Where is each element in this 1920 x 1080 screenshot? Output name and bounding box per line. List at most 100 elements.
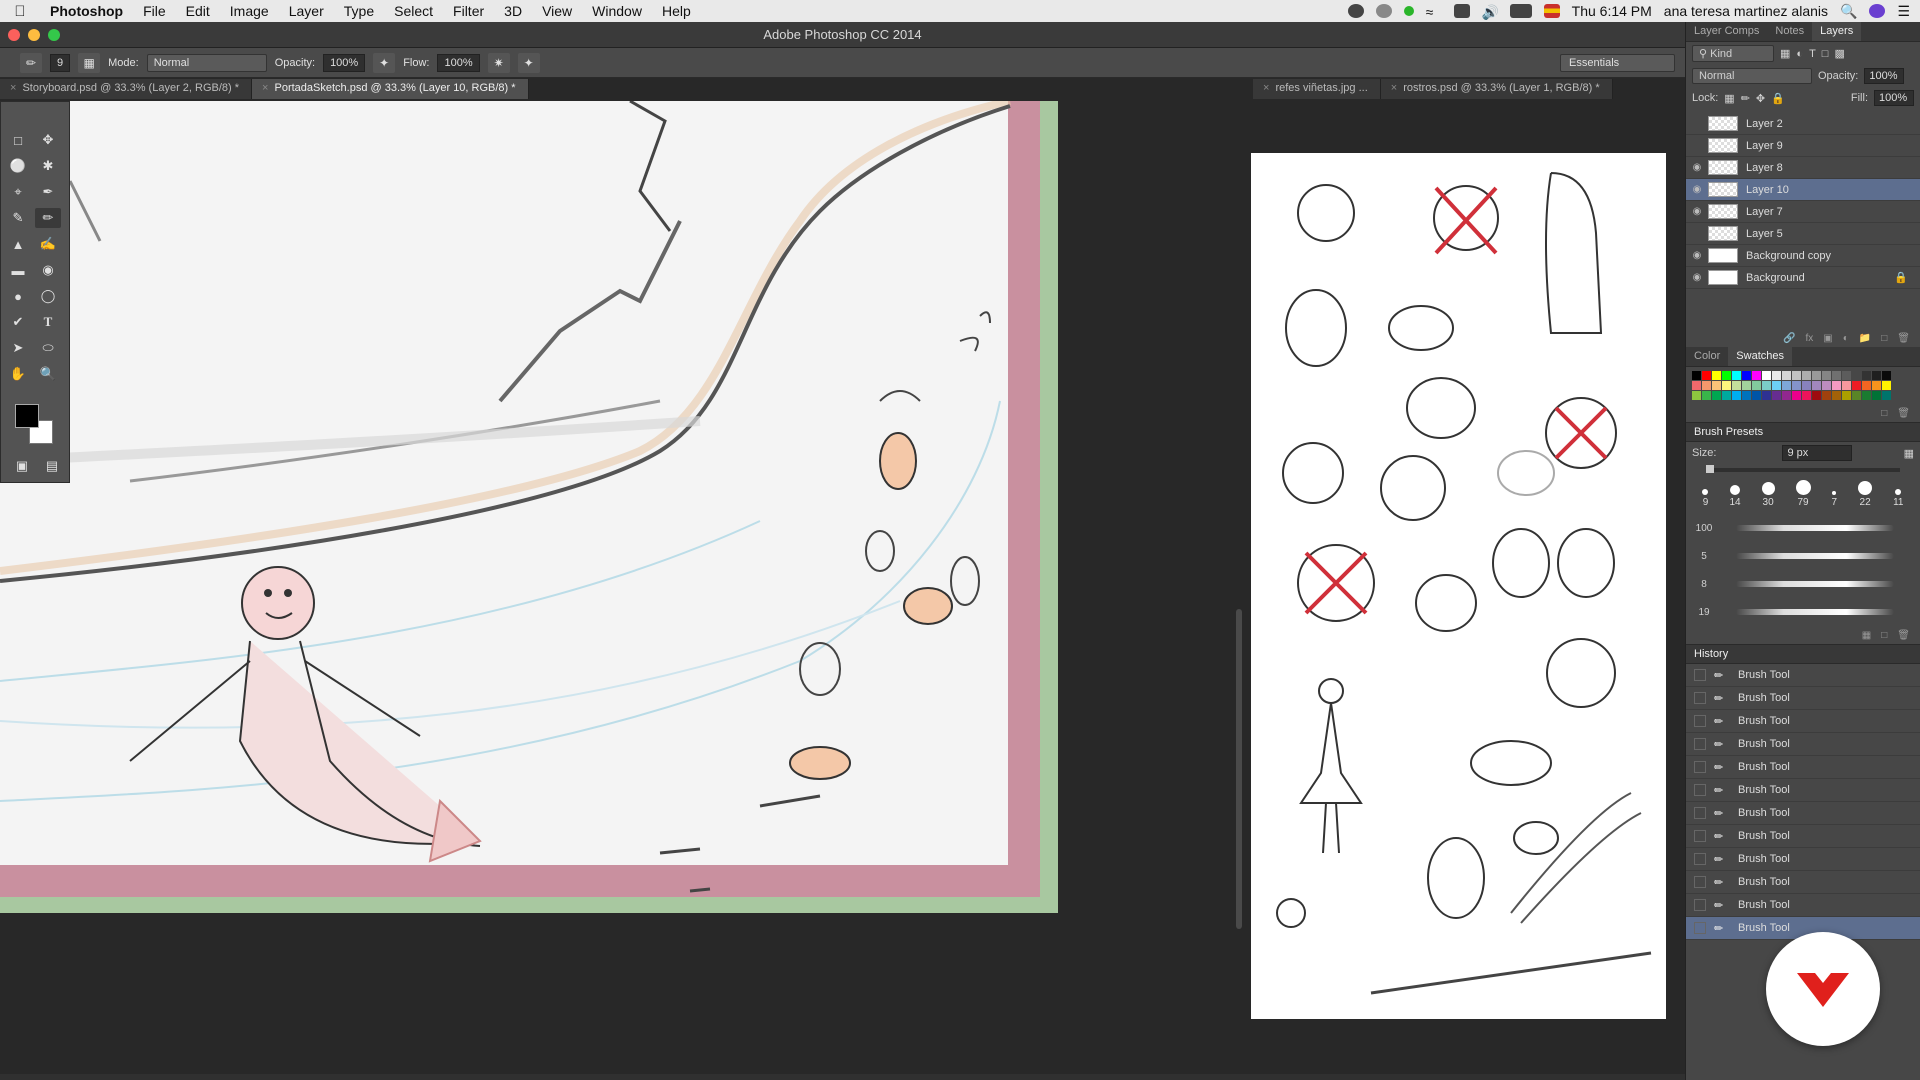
workspace-select[interactable]: Essentials [1560, 53, 1675, 72]
menu-edit[interactable]: Edit [176, 3, 220, 19]
color-swatch[interactable] [1862, 371, 1871, 380]
color-swatch[interactable] [1742, 391, 1751, 400]
history-item[interactable]: ✏ Brush Tool [1686, 687, 1920, 710]
magic-wand-tool-icon[interactable]: ✱ [35, 156, 61, 176]
visibility-eye-icon[interactable]: ◉ [1686, 162, 1708, 173]
kind-filter-select[interactable]: ⚲ Kind [1692, 45, 1774, 62]
color-swatch[interactable] [1842, 391, 1851, 400]
tab-layers[interactable]: Layers [1812, 22, 1862, 41]
color-swatch[interactable] [1802, 381, 1811, 390]
history-item[interactable]: ✏ Brush Tool [1686, 733, 1920, 756]
dodge-tool-icon[interactable]: ◯ [35, 286, 61, 306]
user-name[interactable]: ana teresa martinez alanis [1664, 3, 1828, 19]
layer-row[interactable]: Layer 2 [1686, 113, 1920, 135]
lock-all-icon[interactable]: 🔒 [1771, 92, 1785, 105]
brush-tip[interactable]: 30 [1761, 482, 1775, 508]
color-swatch[interactable] [1732, 371, 1741, 380]
color-swatch[interactable] [1832, 391, 1841, 400]
lasso-tool-icon[interactable]: ⚪ [5, 156, 31, 176]
color-swatch[interactable] [1692, 381, 1701, 390]
ellipse-tool-icon[interactable]: ⬭ [35, 338, 61, 358]
brush-tool-preset-icon[interactable]: ✏ [20, 52, 42, 73]
cloud-icon[interactable] [1375, 4, 1392, 18]
history-item[interactable]: ✏ Brush Tool [1686, 710, 1920, 733]
filter-adjustment-icon[interactable]: ◐ [1796, 48, 1803, 60]
color-swatch[interactable] [1842, 371, 1851, 380]
status-dot-icon[interactable] [1403, 6, 1414, 16]
color-swatch[interactable] [1802, 371, 1811, 380]
history-item[interactable]: ✏ Brush Tool [1686, 871, 1920, 894]
menu-file[interactable]: File [133, 3, 176, 19]
path-selection-tool-icon[interactable]: ➤ [5, 338, 31, 358]
brush-stroke-preset[interactable]: 19 [1686, 598, 1920, 626]
layer-row[interactable]: ◉ Layer 8 [1686, 157, 1920, 179]
color-swatch[interactable] [1732, 381, 1741, 390]
new-layer-icon[interactable]: □ [1881, 333, 1887, 344]
color-swatch[interactable] [1832, 371, 1841, 380]
color-swatch[interactable] [1742, 381, 1751, 390]
color-swatch[interactable] [1782, 371, 1791, 380]
paint-bucket-tool-icon[interactable]: ◉ [35, 260, 61, 280]
pressure-opacity-icon[interactable]: ✦ [373, 52, 396, 73]
color-swatch[interactable] [1882, 371, 1891, 380]
marquee-tool-icon[interactable]: □ [5, 130, 31, 150]
filter-shape-icon[interactable]: □ [1822, 48, 1829, 60]
color-swatch[interactable] [1772, 371, 1781, 380]
brush-tip[interactable]: 14 [1729, 485, 1741, 508]
close-tab-icon[interactable]: × [1263, 82, 1269, 94]
color-swatch[interactable] [1742, 371, 1751, 380]
layer-row[interactable]: ◉ Background 🔒 [1686, 267, 1920, 289]
menu-image[interactable]: Image [220, 3, 279, 19]
record-icon[interactable] [1347, 4, 1364, 18]
eyedropper-tool-icon[interactable]: ✒ [35, 182, 61, 202]
color-swatch[interactable] [1872, 371, 1881, 380]
airplay-icon[interactable] [1453, 4, 1470, 18]
close-tab-icon[interactable]: × [10, 82, 16, 94]
menu-3d[interactable]: 3D [494, 3, 532, 19]
zoom-tool-icon[interactable]: 🔍 [35, 364, 61, 384]
color-swatch[interactable] [1692, 371, 1701, 380]
color-swatch[interactable] [1772, 381, 1781, 390]
color-swatch[interactable] [1842, 381, 1851, 390]
pressure-size-icon[interactable]: ✦ [517, 52, 540, 73]
delete-brush-icon[interactable]: 🗑 [1897, 630, 1910, 641]
history-checkbox[interactable] [1694, 715, 1706, 727]
clone-stamp-tool-icon[interactable]: ▲ [5, 234, 31, 254]
tab-portada-sketch[interactable]: × PortadaSketch.psd @ 33.3% (Layer 10, RG… [252, 79, 529, 99]
slider-thumb[interactable] [1706, 465, 1714, 473]
color-swatch[interactable] [1812, 381, 1821, 390]
color-swatch[interactable] [1782, 391, 1791, 400]
history-brush-tool-icon[interactable]: ✍ [35, 234, 61, 254]
tab-rostros[interactable]: × rostros.psd @ 33.3% (Layer 1, RGB/8) * [1380, 79, 1613, 99]
history-checkbox[interactable] [1694, 669, 1706, 681]
volume-icon[interactable]: 🔊 [1482, 4, 1499, 20]
color-swatch[interactable] [1752, 371, 1761, 380]
flow-field[interactable]: 100% [437, 53, 480, 72]
apple-icon[interactable]:  [0, 3, 40, 20]
color-swatch[interactable] [1712, 391, 1721, 400]
clock[interactable]: Thu 6:14 PM [1572, 3, 1652, 19]
layer-row[interactable]: ◉ Layer 7 [1686, 201, 1920, 223]
color-swatch[interactable] [1862, 391, 1871, 400]
brush-tip[interactable]: 79 [1795, 480, 1811, 508]
link-layers-icon[interactable]: 🔗 [1783, 333, 1795, 344]
filter-smart-icon[interactable]: ▩ [1834, 47, 1844, 60]
brush-tool-icon[interactable]: ✏ [35, 208, 61, 228]
tab-notes[interactable]: Notes [1767, 22, 1812, 41]
brush-size-picker[interactable]: 9 [50, 53, 71, 72]
history-checkbox[interactable] [1694, 784, 1706, 796]
siri-icon[interactable] [1869, 4, 1886, 18]
new-group-icon[interactable]: 📁 [1859, 333, 1871, 344]
brush-size-field[interactable]: 9 px [1782, 445, 1853, 461]
visibility-eye-icon[interactable]: ◉ [1686, 206, 1708, 217]
menu-view[interactable]: View [532, 3, 582, 19]
quick-mask-icon[interactable]: ▣ [9, 456, 35, 476]
notification-center-icon[interactable]: ☰ [1897, 3, 1910, 20]
history-checkbox[interactable] [1694, 922, 1706, 934]
color-swatch[interactable] [1702, 381, 1711, 390]
history-item[interactable]: ✏ Brush Tool [1686, 779, 1920, 802]
color-swatch[interactable] [1802, 391, 1811, 400]
canvas-vertical-scrollbar[interactable] [1236, 609, 1242, 929]
new-swatch-icon[interactable]: □ [1881, 408, 1887, 419]
history-checkbox[interactable] [1694, 876, 1706, 888]
